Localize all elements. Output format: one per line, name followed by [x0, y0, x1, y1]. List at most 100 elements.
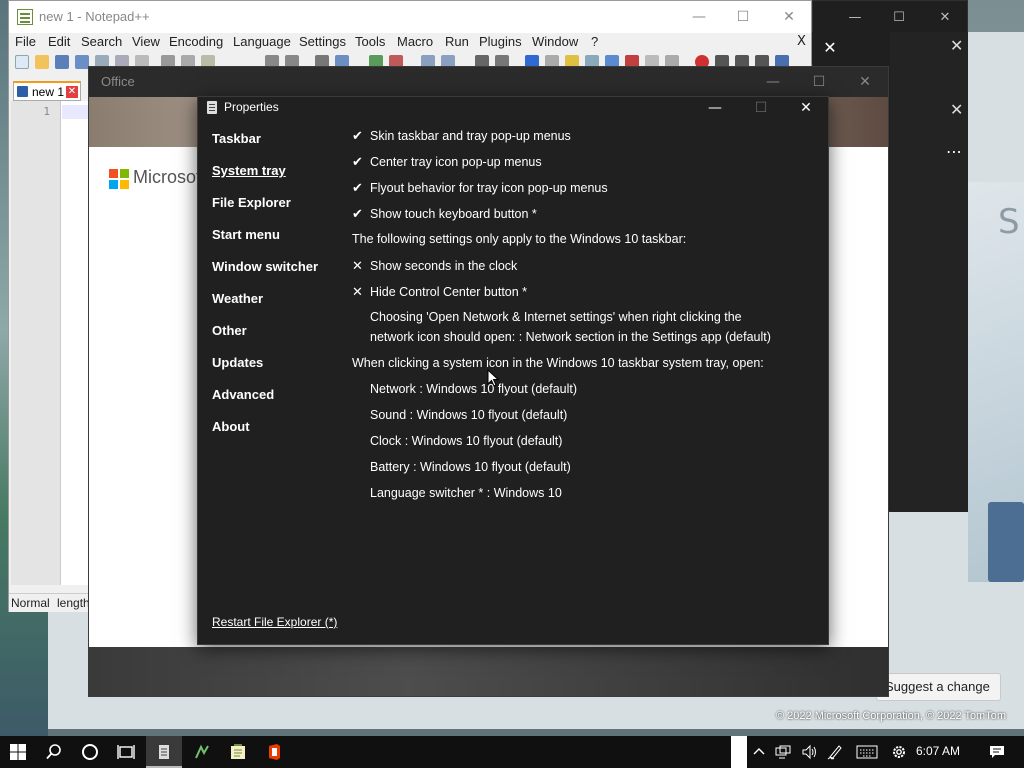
menu-edit[interactable]: Edit: [48, 34, 70, 49]
menu-settings[interactable]: Settings: [299, 34, 346, 49]
option-label: Center tray icon pop-up menus: [370, 155, 542, 169]
maximize-button[interactable]: ☐: [881, 7, 917, 29]
window-title: Office: [101, 74, 135, 89]
close-icon[interactable]: ✕: [812, 32, 848, 64]
close-icon[interactable]: ✕: [950, 100, 963, 119]
clock[interactable]: 6:07 AM: [916, 744, 960, 758]
suggest-change-button[interactable]: Suggest a change: [876, 673, 1001, 701]
option-hide-control-center[interactable]: ✕ Hide Control Center button *: [352, 284, 527, 300]
check-icon: ✔: [352, 206, 363, 221]
settings-tray-button[interactable]: [884, 736, 914, 768]
nav-item-file-explorer[interactable]: File Explorer: [212, 195, 291, 210]
check-icon: ✔: [352, 180, 363, 195]
option-network-settings-line1[interactable]: Choosing 'Open Network & Internet settin…: [370, 310, 742, 324]
option-label: Hide Control Center button *: [370, 285, 528, 299]
search-button[interactable]: [36, 736, 72, 768]
restart-explorer-link[interactable]: Restart File Explorer (*): [212, 615, 337, 629]
nav-item-weather[interactable]: Weather: [212, 291, 263, 306]
minimize-button[interactable]: —: [692, 97, 738, 119]
nav-item-about[interactable]: About: [212, 419, 250, 434]
new-file-icon[interactable]: [15, 55, 29, 69]
taskbar-notepadpp-app[interactable]: [220, 736, 256, 768]
nav-item-advanced[interactable]: Advanced: [212, 387, 274, 402]
close-tab-icon[interactable]: ✕: [66, 86, 78, 98]
maximize-button[interactable]: ☐: [723, 6, 763, 28]
menu-encoding[interactable]: Encoding: [169, 34, 223, 49]
maximize-button: ☐: [754, 100, 768, 116]
notepad-icon: [17, 9, 33, 25]
minimize-button[interactable]: —: [679, 6, 719, 28]
maps-app-icon: [195, 744, 209, 759]
menu-window[interactable]: Window: [532, 34, 578, 49]
cortana-button[interactable]: [72, 736, 108, 768]
taskbar-properties-app[interactable]: [146, 736, 182, 768]
save-icon[interactable]: [55, 55, 69, 69]
option-label: Skin taskbar and tray pop-up menus: [370, 129, 571, 143]
option-language-switcher[interactable]: Language switcher * : Windows 10: [370, 486, 562, 500]
taskbar-office-app[interactable]: [256, 736, 292, 768]
option-touch-keyboard[interactable]: ✔ Show touch keyboard button *: [352, 206, 537, 222]
menu-help[interactable]: ?: [591, 34, 598, 49]
nav-item-updates[interactable]: Updates: [212, 355, 263, 370]
option-network-flyout[interactable]: Network : Windows 10 flyout (default): [370, 382, 577, 396]
nav-item-window-switcher[interactable]: Window switcher: [212, 259, 318, 274]
action-center-button[interactable]: [984, 736, 1010, 768]
menu-view[interactable]: View: [132, 34, 160, 49]
option-network-settings-line2[interactable]: network icon should open: : Network sect…: [370, 330, 771, 344]
close-button[interactable]: ✕: [845, 71, 885, 93]
menu-macro[interactable]: Macro: [397, 34, 433, 49]
network-tray-button[interactable]: [770, 736, 796, 768]
office-titlebar[interactable]: Office — ☐ ✕: [89, 67, 888, 97]
minimize-button[interactable]: —: [753, 71, 793, 93]
line-number-gutter: 1: [11, 101, 61, 585]
nav-item-system-tray[interactable]: System tray: [212, 163, 286, 178]
volume-tray-button[interactable]: [796, 736, 822, 768]
menu-file[interactable]: File: [15, 34, 36, 49]
menu-run[interactable]: Run: [445, 34, 469, 49]
option-flyout-behavior[interactable]: ✔ Flyout behavior for tray icon pop-up me…: [352, 180, 608, 196]
close-document-button[interactable]: X: [797, 34, 806, 49]
option-show-seconds[interactable]: ✕ Show seconds in the clock: [352, 258, 517, 274]
properties-dialog[interactable]: Properties — ☐ ✕ Taskbar System tray Fil…: [197, 96, 829, 645]
task-view-button[interactable]: [108, 736, 144, 768]
minimize-button[interactable]: —: [837, 7, 873, 29]
close-icon[interactable]: ✕: [950, 36, 963, 55]
more-icon[interactable]: ⋯: [946, 142, 962, 161]
option-sound-flyout[interactable]: Sound : Windows 10 flyout (default): [370, 408, 567, 422]
menu-search[interactable]: Search: [81, 34, 122, 49]
tab-new1[interactable]: new 1 ✕: [13, 81, 81, 101]
open-file-icon[interactable]: [35, 55, 49, 69]
notepad-titlebar[interactable]: new 1 - Notepad++ — ☐ ✕: [9, 1, 811, 33]
menu-tools[interactable]: Tools: [355, 34, 385, 49]
option-label: Show seconds in the clock: [370, 259, 518, 273]
properties-titlebar[interactable]: Properties — ☐ ✕: [198, 97, 828, 119]
close-button[interactable]: ✕: [769, 6, 809, 28]
show-hidden-icons-button[interactable]: [748, 736, 770, 768]
option-center-tray-menus[interactable]: ✔ Center tray icon pop-up menus: [352, 154, 542, 170]
close-button[interactable]: ✕: [783, 97, 829, 119]
dark-window-panel[interactable]: ✕ ✕ ⋯: [890, 32, 968, 512]
menu-plugins[interactable]: Plugins: [479, 34, 522, 49]
option-skin-taskbar-menus[interactable]: ✔ Skin taskbar and tray pop-up menus: [352, 128, 571, 144]
taskbar-gap: [731, 736, 747, 768]
chevron-up-icon: [753, 748, 765, 755]
touch-keyboard-button[interactable]: [852, 736, 882, 768]
cross-icon: ✕: [352, 258, 363, 273]
nav-item-start-menu[interactable]: Start menu: [212, 227, 280, 242]
nav-item-taskbar[interactable]: Taskbar: [212, 131, 261, 146]
menu-bar: File Edit Search View Encoding Language …: [9, 33, 811, 51]
taskbar-maps-app[interactable]: [184, 736, 220, 768]
nav-item-other[interactable]: Other: [212, 323, 247, 338]
save-all-icon[interactable]: [75, 55, 89, 69]
menu-language[interactable]: Language: [233, 34, 291, 49]
close-button[interactable]: ✕: [927, 7, 963, 29]
map-zoom-control[interactable]: [988, 502, 1024, 582]
option-battery-flyout[interactable]: Battery : Windows 10 flyout (default): [370, 460, 571, 474]
option-clock-flyout[interactable]: Clock : Windows 10 flyout (default): [370, 434, 562, 448]
status-doc-type: Normal: [11, 596, 50, 610]
maximize-button[interactable]: ☐: [799, 71, 839, 93]
pen-tray-button[interactable]: [822, 736, 848, 768]
status-length: length: [57, 596, 90, 610]
keyboard-icon: [856, 745, 878, 759]
start-button[interactable]: [0, 736, 36, 768]
